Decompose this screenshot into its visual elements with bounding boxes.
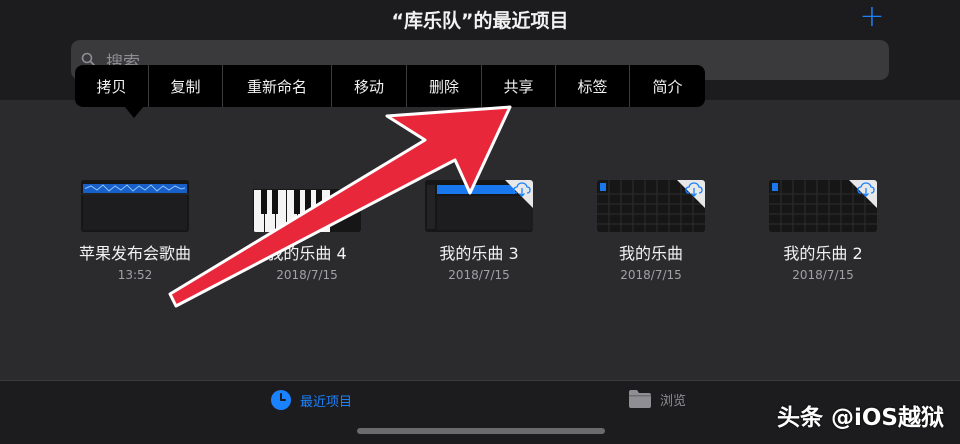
annotation-arrow — [168, 105, 512, 308]
watermark: 头条 @iOS越狱 — [776, 405, 944, 431]
home-indicator — [357, 428, 605, 434]
tab-recent-label: 最近项目 — [300, 394, 353, 410]
clock-icon — [271, 390, 291, 410]
tab-browse[interactable]: 浏览 — [628, 389, 686, 409]
tab-recent[interactable]: 最近项目 — [270, 389, 352, 411]
tab-browse-label: 浏览 — [660, 393, 687, 409]
folder-icon — [629, 390, 651, 408]
